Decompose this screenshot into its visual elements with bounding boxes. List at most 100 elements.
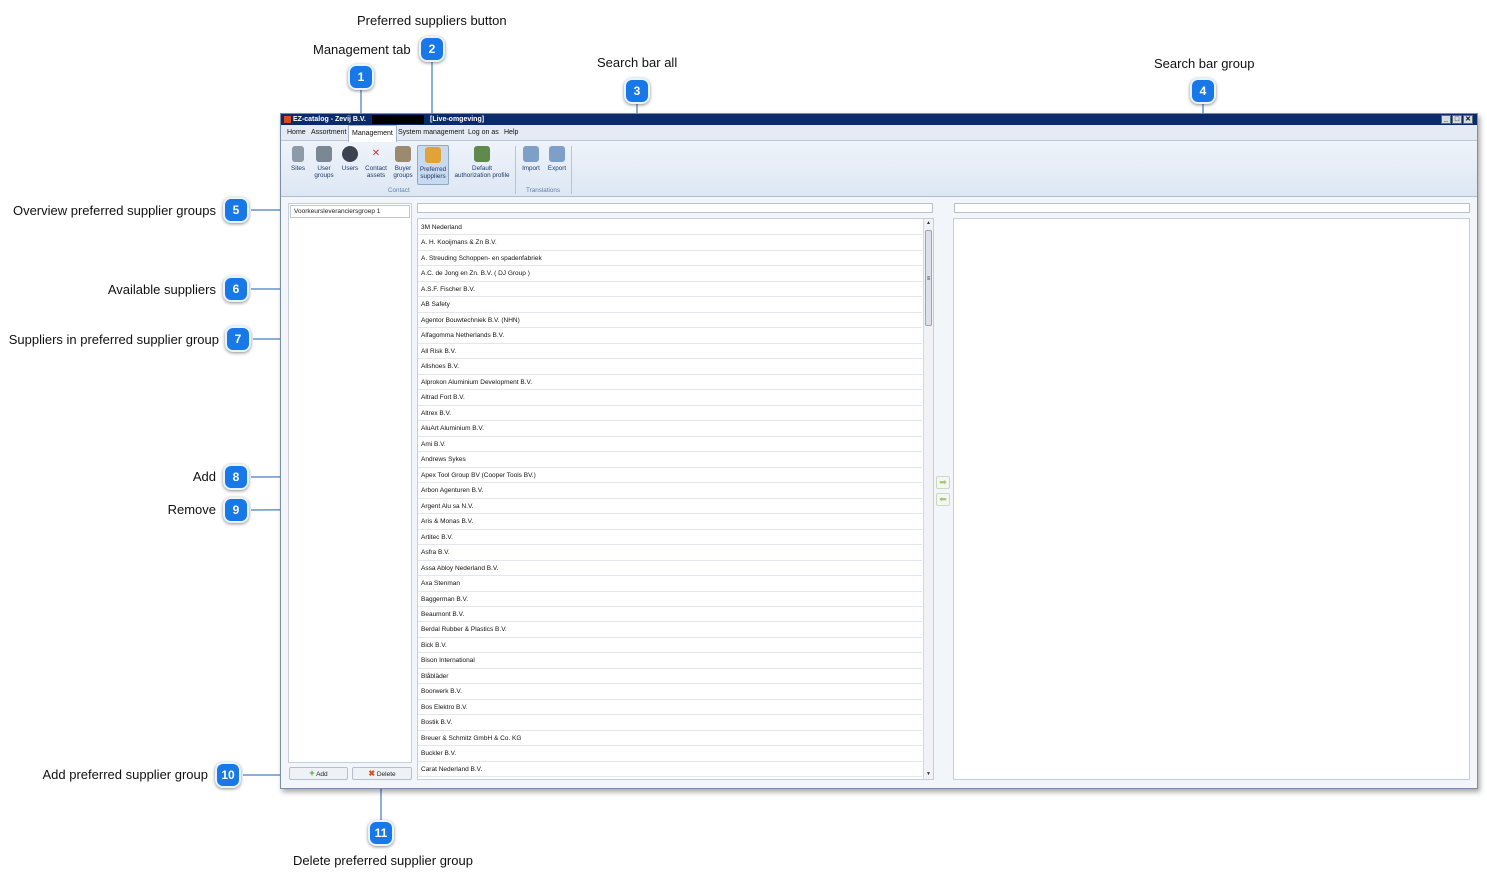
supplier-row[interactable]: A. Streuding Schoppen- en spadenfabriek bbox=[418, 251, 922, 267]
supplier-row[interactable]: Arbon Agenturen B.V. bbox=[418, 483, 922, 499]
supplier-row[interactable]: Bick B.V. bbox=[418, 638, 922, 654]
preferred-suppliers-button[interactable]: Preferred suppliers bbox=[417, 145, 449, 185]
ribbon-toolbar: Sites User groups Users ✕ Contact assets… bbox=[281, 142, 1477, 197]
callout-badge-11: 11 bbox=[368, 820, 394, 846]
callout-label-6: Available suppliers bbox=[107, 282, 216, 297]
supplier-row[interactable]: Carat Nederland B.V. bbox=[418, 762, 922, 778]
title-bar: EZ-catalog - Zevij B.V. [Live-omgeving] … bbox=[281, 114, 1477, 125]
window-controls: _ □ ✕ bbox=[1441, 115, 1473, 124]
search-group-input[interactable] bbox=[954, 203, 1470, 213]
supplier-row[interactable]: Apex Tool Group BV (Cooper Tools BV.) bbox=[418, 468, 922, 484]
callout-badge-1: 1 bbox=[348, 64, 374, 90]
menu-assortment[interactable]: Assortment bbox=[308, 125, 349, 141]
available-suppliers-list: 3M Nederland A. H. Kooijmans & Zn B.V. A. … bbox=[417, 218, 934, 780]
supplier-row[interactable]: Allshoes B.V. bbox=[418, 359, 922, 375]
preferred-supplier-groups-panel: Voorkeursleveranciersgroep 1 bbox=[288, 203, 412, 763]
menu-help[interactable]: Help bbox=[501, 125, 521, 141]
callout-label-8: Add bbox=[192, 469, 216, 484]
remove-from-group-button[interactable]: ⬅ bbox=[936, 493, 950, 506]
user-group-icon bbox=[316, 146, 332, 162]
callout-badge-9: 9 bbox=[223, 497, 249, 523]
supplier-row[interactable]: Breuer & Schmitz GmbH & Co. KG bbox=[418, 731, 922, 747]
delete-group-button[interactable]: ✖ Delete bbox=[352, 767, 412, 780]
supplier-row[interactable]: Altrex B.V. bbox=[418, 406, 922, 422]
supplier-row[interactable]: Bostik B.V. bbox=[418, 715, 922, 731]
menu-management-tab[interactable]: Management bbox=[348, 125, 397, 142]
supplier-row[interactable]: Altrad Fort B.V. bbox=[418, 390, 922, 406]
truck-icon bbox=[425, 147, 441, 163]
ribbon-separator bbox=[515, 146, 516, 194]
contact-assets-button[interactable]: ✕ Contact assets bbox=[363, 145, 389, 185]
supplier-row[interactable]: Berdal Rubber & Plastics B.V. bbox=[418, 622, 922, 638]
search-all-input[interactable] bbox=[417, 203, 933, 213]
export-button[interactable]: Export bbox=[545, 145, 569, 185]
scroll-thumb[interactable]: ≡ bbox=[925, 230, 932, 326]
import-button[interactable]: Import bbox=[519, 145, 543, 185]
supplier-row[interactable]: Ami B.V. bbox=[418, 437, 922, 453]
supplier-row[interactable]: Boorwerk B.V. bbox=[418, 684, 922, 700]
translations-group-label: Translations bbox=[526, 187, 561, 194]
callout-badge-10: 10 bbox=[215, 762, 241, 788]
supplier-row[interactable]: Baggerman B.V. bbox=[418, 592, 922, 607]
callout-badge-2: 2 bbox=[419, 36, 445, 62]
app-logo-icon bbox=[284, 116, 291, 123]
supplier-row[interactable]: A.S.F. Fischer B.V. bbox=[418, 282, 922, 298]
supplier-row[interactable]: A. H. Kooijmans & Zn B.V. bbox=[418, 235, 922, 251]
sites-button[interactable]: Sites bbox=[287, 145, 309, 185]
supplier-row[interactable]: Agentor Bouwtechniek B.V. (NHN) bbox=[418, 313, 922, 329]
supplier-row[interactable]: Argent Alu sa N.V. bbox=[418, 499, 922, 515]
window-title: EZ-catalog - Zevij B.V. bbox=[293, 116, 366, 123]
environment-label: [Live-omgeving] bbox=[430, 116, 485, 123]
supplier-row[interactable]: All Risk B.V. bbox=[418, 344, 922, 360]
users-button[interactable]: Users bbox=[339, 145, 361, 185]
plus-icon: + bbox=[309, 768, 315, 778]
menu-system-management[interactable]: System management bbox=[395, 125, 467, 141]
building-icon bbox=[292, 146, 304, 162]
scroll-down-icon[interactable]: ▼ bbox=[924, 770, 933, 779]
buyer-groups-button[interactable]: Buyer groups bbox=[391, 145, 415, 185]
callout-label-3: Search bar all bbox=[597, 55, 678, 70]
supplier-row[interactable]: Artitec B.V. bbox=[418, 530, 922, 546]
delete-cross-icon: ✖ bbox=[368, 769, 376, 778]
supplier-row[interactable]: Bison International bbox=[418, 653, 922, 669]
group-list-item[interactable]: Voorkeursleveranciersgroep 1 bbox=[290, 205, 410, 218]
menu-bar: Home Assortment Management System manage… bbox=[281, 125, 1477, 142]
menu-home[interactable]: Home bbox=[284, 125, 309, 141]
callout-label-5: Overview preferred supplier groups bbox=[12, 203, 216, 218]
callout-badge-5: 5 bbox=[223, 197, 249, 223]
suppliers-scrollbar[interactable]: ▲ ≡ ▼ bbox=[923, 219, 933, 779]
callout-badge-7: 7 bbox=[225, 326, 251, 352]
supplier-row[interactable]: Bos Elektro B.V. bbox=[418, 700, 922, 716]
callout-badge-8: 8 bbox=[223, 464, 249, 490]
supplier-row[interactable]: A.C. de Jong en Zn. B.V. ( DJ Group ) bbox=[418, 266, 922, 282]
callout-label-7: Suppliers in preferred supplier group bbox=[8, 332, 219, 347]
supplier-row[interactable]: Andrews Sykes bbox=[418, 452, 922, 468]
supplier-row[interactable]: Assa Abloy Nederland B.V. bbox=[418, 561, 922, 577]
supplier-row[interactable]: Axa Stenman bbox=[418, 576, 922, 592]
minimize-button[interactable]: _ bbox=[1441, 115, 1451, 124]
callout-label-9: Remove bbox=[167, 502, 216, 517]
add-to-group-button[interactable]: ➡ bbox=[936, 476, 950, 489]
supplier-row[interactable]: Blåbläder bbox=[418, 669, 922, 685]
supplier-row[interactable]: Alprokon Aluminium Development B.V. bbox=[418, 375, 922, 391]
ribbon-separator bbox=[571, 146, 572, 194]
maximize-button[interactable]: □ bbox=[1452, 115, 1462, 124]
user-icon bbox=[342, 146, 358, 162]
add-group-button[interactable]: + Add bbox=[289, 767, 348, 780]
supplier-row[interactable]: Beaumont B.V. bbox=[418, 607, 922, 623]
user-groups-button[interactable]: User groups bbox=[311, 145, 337, 185]
scroll-up-icon[interactable]: ▲ bbox=[924, 219, 933, 228]
buyer-group-icon bbox=[395, 146, 411, 162]
supplier-row[interactable]: AluArt Aluminium B.V. bbox=[418, 421, 922, 437]
menu-log-on-as[interactable]: Log on as bbox=[465, 125, 502, 141]
supplier-row[interactable]: 3M Nederland bbox=[418, 220, 922, 236]
supplier-row[interactable]: Aris & Monas B.V. bbox=[418, 514, 922, 530]
supplier-row[interactable]: AB Safety bbox=[418, 297, 922, 313]
import-icon bbox=[523, 146, 539, 162]
supplier-row[interactable]: Asfra B.V. bbox=[418, 545, 922, 561]
supplier-row[interactable]: Buckler B.V. bbox=[418, 746, 922, 762]
default-authorization-profile-button[interactable]: Default authorization profile bbox=[451, 145, 513, 185]
close-button[interactable]: ✕ bbox=[1463, 115, 1473, 124]
supplier-row[interactable]: Alfagomma Netherlands B.V. bbox=[418, 328, 922, 344]
contact-group-label: Contact bbox=[388, 187, 410, 194]
